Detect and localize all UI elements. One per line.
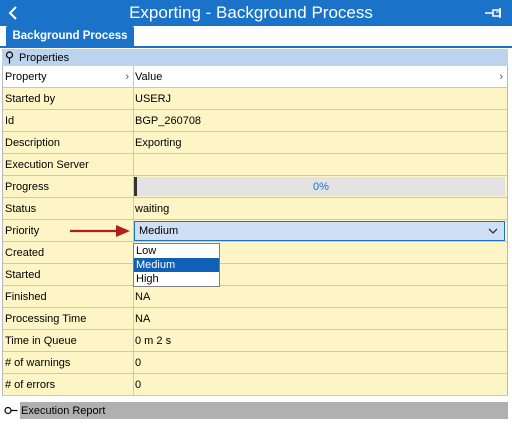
property-name: Created: [3, 242, 134, 263]
property-value: 0: [135, 356, 142, 369]
column-header-property[interactable]: Property ›: [3, 66, 134, 87]
grid-header: Property › Value ›: [3, 66, 507, 88]
property-name: # of warnings: [3, 352, 134, 373]
chevron-right-icon: ›: [499, 70, 503, 83]
table-row[interactable]: Time in Queue 0 m 2 s: [3, 330, 507, 352]
progress-cell: 0%: [134, 176, 507, 197]
property-name: Execution Server: [3, 154, 134, 175]
property-name: Processing Time: [3, 308, 134, 329]
collapsed-pin-icon[interactable]: [2, 406, 20, 415]
property-value: NA: [135, 290, 151, 303]
property-name: # of errors: [3, 374, 134, 395]
tab-background-process[interactable]: Background Process: [6, 26, 134, 46]
property-name: Id: [3, 110, 134, 131]
property-value: 0 m 2 s: [135, 334, 172, 347]
priority-cell: Medium: [134, 220, 507, 241]
table-row[interactable]: Description Exporting: [3, 132, 507, 154]
properties-section-title: Properties: [19, 51, 70, 64]
table-row[interactable]: Status waiting: [3, 198, 507, 220]
property-value: Exporting: [135, 136, 182, 149]
table-row[interactable]: # of warnings 0: [3, 352, 507, 374]
back-button[interactable]: [0, 0, 26, 26]
table-row[interactable]: Started by USERJ: [3, 88, 507, 110]
column-header-value[interactable]: Value ›: [134, 66, 507, 87]
section-pin-icon[interactable]: [2, 51, 16, 64]
property-name: Finished: [3, 286, 134, 307]
title-bar: Exporting - Background Process: [0, 0, 512, 26]
priority-dropdown-list: Low Medium High: [133, 243, 220, 287]
pin-icon: [485, 8, 501, 18]
priority-selected-value: Medium: [139, 225, 179, 237]
window-title: Exporting - Background Process: [129, 3, 373, 22]
property-name: Started: [3, 264, 134, 285]
chevron-down-icon: [488, 228, 498, 234]
table-row[interactable]: Progress 0%: [3, 176, 507, 198]
execution-report-section-header[interactable]: Execution Report: [2, 402, 508, 419]
tab-strip: Background Process: [0, 26, 512, 48]
execution-report-bar[interactable]: Execution Report: [20, 402, 508, 419]
annotation-arrow-icon: [70, 225, 130, 237]
property-value: USERJ: [135, 92, 172, 105]
property-name: Description: [3, 132, 134, 153]
priority-select[interactable]: Medium: [134, 221, 505, 241]
priority-option-low[interactable]: Low: [134, 244, 219, 258]
priority-option-high[interactable]: High: [134, 272, 219, 286]
table-row[interactable]: Processing Time NA: [3, 308, 507, 330]
property-value: NA: [135, 312, 151, 325]
table-row[interactable]: Id BGP_260708: [3, 110, 507, 132]
chevron-right-icon: ›: [125, 70, 129, 83]
table-row[interactable]: # of errors 0: [3, 374, 507, 396]
progress-label: 0%: [313, 180, 329, 193]
property-name: Progress: [3, 176, 134, 197]
progress-bar: 0%: [134, 177, 505, 196]
priority-option-medium[interactable]: Medium: [134, 258, 219, 272]
property-value: [134, 154, 507, 175]
table-row[interactable]: Started: [3, 264, 507, 286]
property-value: 0: [135, 378, 142, 391]
table-row[interactable]: Created: [3, 242, 507, 264]
property-name: Started by: [3, 88, 134, 109]
property-name: Status: [3, 198, 134, 219]
back-chevron-icon: [8, 6, 17, 20]
table-row[interactable]: Execution Server: [3, 154, 507, 176]
property-value: BGP_260708: [135, 114, 202, 127]
execution-report-title: Execution Report: [21, 404, 106, 417]
property-name: Time in Queue: [3, 330, 134, 351]
table-row[interactable]: Finished NA: [3, 286, 507, 308]
pin-button[interactable]: [476, 0, 512, 26]
properties-section-header[interactable]: Properties: [2, 49, 508, 66]
status-value: waiting: [135, 202, 170, 215]
